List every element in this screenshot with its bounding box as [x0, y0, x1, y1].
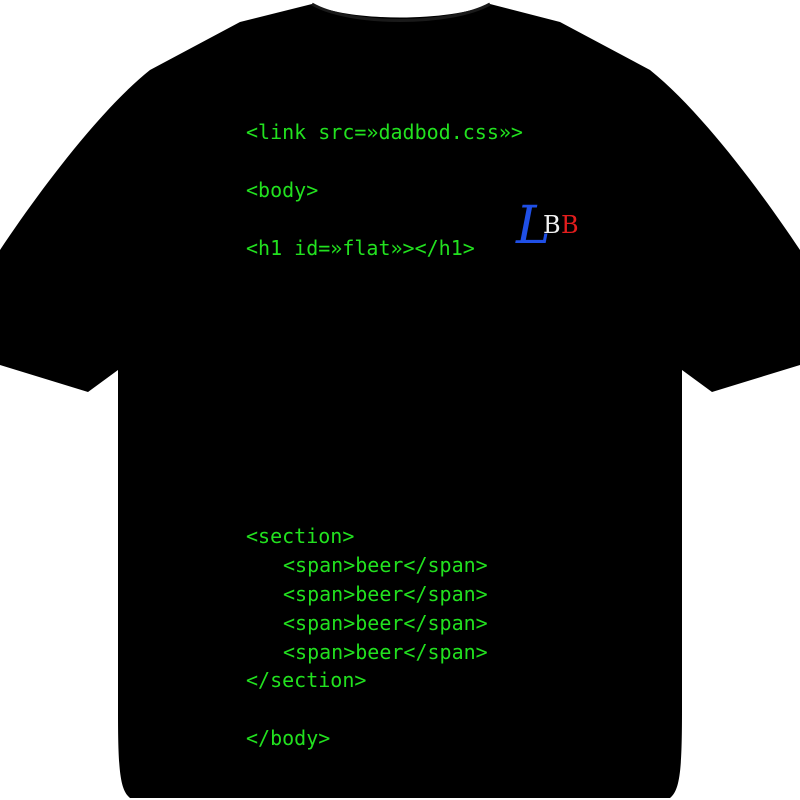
- code-line-body-open: <body>: [246, 178, 319, 202]
- code-line-span: <span>beer</span>: [283, 582, 488, 606]
- code-line-span: <span>beer</span>: [283, 611, 488, 635]
- logo-letter-b-red: B: [561, 211, 579, 239]
- code-line-span: <span>beer</span>: [283, 640, 488, 664]
- code-line-body-close: </body>: [246, 726, 331, 750]
- code-line-section-close: </section>: [246, 668, 367, 692]
- code-line-link: <link src=»dadbod.css»>: [246, 120, 523, 144]
- code-line-h1: <h1 id=»flat»></h1>: [246, 236, 475, 260]
- lbb-logo: L B B: [516, 200, 586, 260]
- code-line-section-open: <section>: [246, 524, 355, 548]
- logo-letter-b-white: B: [543, 211, 561, 239]
- code-line-span: <span>beer</span>: [283, 553, 488, 577]
